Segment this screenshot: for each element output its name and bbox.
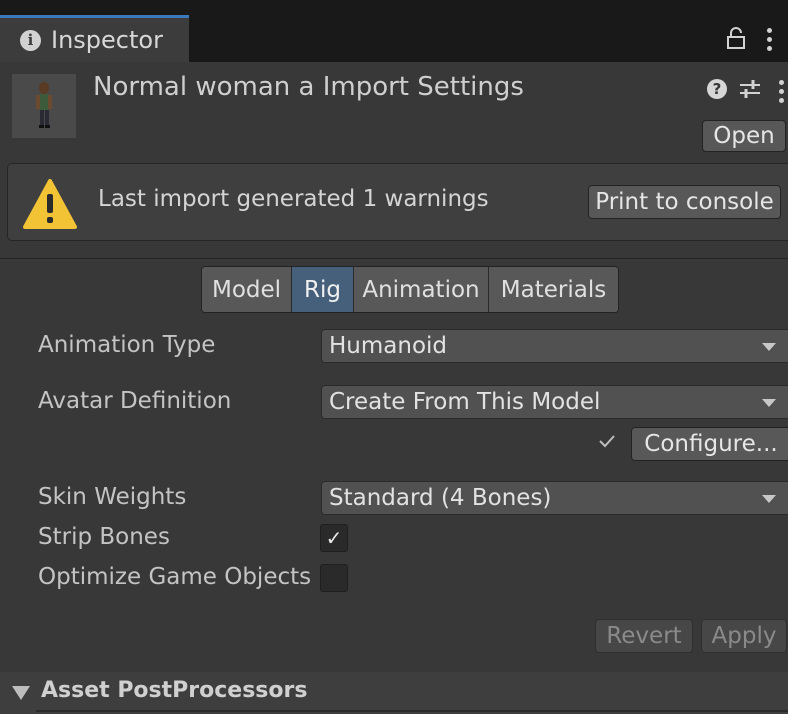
animation-type-label: Animation Type (38, 332, 216, 358)
asset-thumbnail (12, 74, 76, 138)
info-icon: i (20, 29, 41, 51)
asset-postprocessors-label: Asset PostProcessors (41, 678, 308, 703)
avatar-definition-dropdown[interactable]: Create From This Model (321, 385, 788, 419)
postprocessors-list-border (36, 710, 788, 712)
apply-button[interactable]: Apply (701, 619, 787, 653)
asset-postprocessors-foldout[interactable]: Asset PostProcessors (0, 672, 788, 714)
tab-inspector-label: Inspector (51, 26, 163, 54)
tab-rig[interactable]: Rig (292, 267, 354, 312)
strip-bones-label: Strip Bones (38, 524, 170, 550)
avatar-definition-value: Create From This Model (329, 389, 601, 415)
window-tab-bar: i Inspector (0, 0, 788, 62)
tab-materials[interactable]: Materials (489, 267, 618, 312)
help-icon[interactable]: ? (707, 79, 727, 99)
chevron-down-icon (762, 343, 776, 351)
optimize-game-objects-checkbox[interactable] (320, 564, 348, 592)
section-divider (0, 258, 788, 259)
header-kebab-menu-icon[interactable] (778, 80, 784, 103)
chevron-down-icon (762, 399, 776, 407)
presets-sliders-icon[interactable] (739, 78, 761, 100)
strip-bones-checkbox[interactable]: ✓ (320, 524, 348, 552)
asset-title: Normal woman a Import Settings (93, 72, 524, 102)
checkmark-icon: ✓ (325, 526, 343, 550)
revert-button[interactable]: Revert (595, 619, 693, 653)
animation-type-dropdown[interactable]: Humanoid (321, 329, 788, 363)
character-preview-icon (36, 82, 52, 128)
optimize-game-objects-label: Optimize Game Objects (38, 564, 312, 590)
lock-icon[interactable] (726, 26, 746, 50)
print-to-console-button[interactable]: Print to console (588, 185, 781, 219)
warning-message: Last import generated 1 warnings (98, 186, 489, 212)
avatar-definition-label: Avatar Definition (38, 388, 232, 414)
configure-button[interactable]: Configure... (631, 427, 788, 461)
animation-type-value: Humanoid (329, 333, 448, 359)
chevron-down-icon (762, 495, 776, 503)
skin-weights-value: Standard (4 Bones) (329, 485, 552, 511)
skin-weights-dropdown[interactable]: Standard (4 Bones) (321, 481, 788, 515)
skin-weights-label: Skin Weights (38, 484, 187, 510)
tab-animation[interactable]: Animation (354, 267, 489, 312)
window-kebab-menu-icon[interactable] (766, 28, 772, 51)
import-settings-tabs: Model Rig Animation Materials (201, 266, 619, 313)
foldout-arrow-icon[interactable] (12, 686, 30, 700)
tab-model[interactable]: Model (202, 267, 292, 312)
warning-icon (23, 179, 77, 229)
tab-inspector[interactable]: i Inspector (0, 15, 189, 62)
avatar-valid-check-icon (599, 435, 615, 448)
open-button[interactable]: Open (702, 120, 786, 152)
